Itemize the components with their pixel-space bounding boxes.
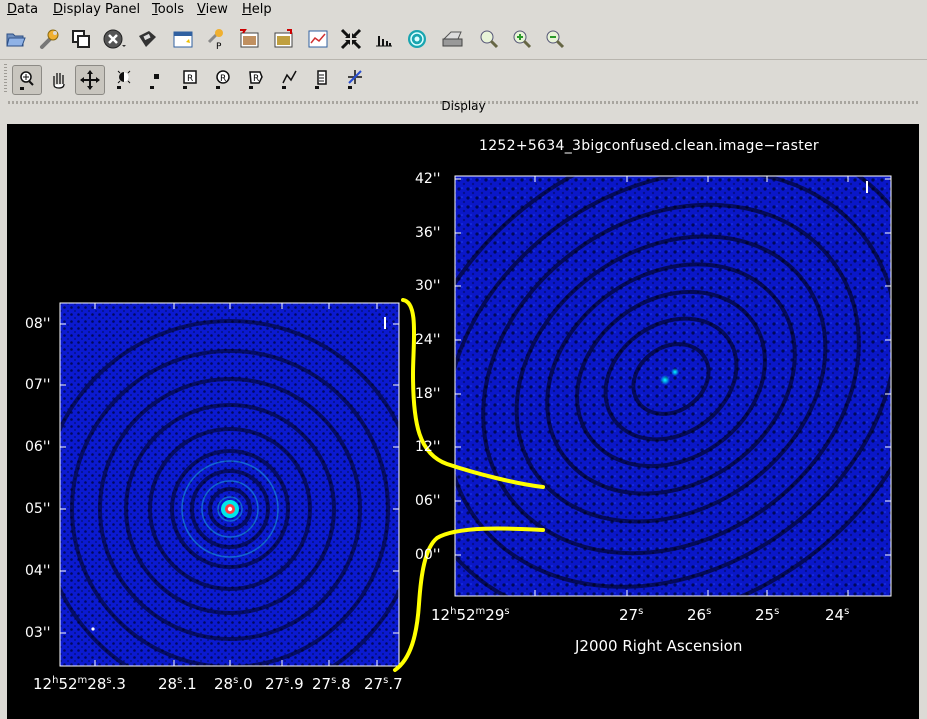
zoom-fit-icon[interactable] — [476, 26, 502, 52]
right-y-tick-label: 06'' — [415, 493, 441, 509]
menu-data[interactable]: Data — [7, 2, 38, 17]
image-export-icon[interactable] — [236, 26, 262, 52]
line-chart-icon[interactable] — [305, 26, 331, 52]
left-x-first-tick: 12h52m28s.3 — [33, 675, 126, 693]
menu-display-panel[interactable]: Display Panel — [53, 2, 140, 17]
left-x-tick-label: 27s.7 — [364, 675, 403, 693]
right-x-tick-label: 26s — [687, 606, 712, 624]
display-canvas[interactable]: 1252+5634_3bigconfused.clean.image−raste… — [7, 124, 919, 719]
print-setup-icon[interactable]: P — [203, 26, 229, 52]
display-dock-title[interactable]: Display — [0, 97, 927, 115]
svg-text:R: R — [253, 74, 259, 84]
printer-icon[interactable] — [440, 26, 466, 52]
right-y-tick-label: 24'' — [415, 332, 441, 348]
close-circle-icon[interactable] — [101, 26, 127, 52]
zoom-tool-icon[interactable] — [12, 65, 42, 95]
rect-region-icon[interactable]: R — [177, 66, 203, 92]
move-arrows-icon[interactable] — [75, 65, 105, 95]
polygon-region-icon[interactable]: R — [243, 66, 269, 92]
right-y-tick-label: 42'' — [415, 171, 441, 187]
wrench-icon[interactable] — [35, 26, 61, 52]
right-y-tick-label: 36'' — [415, 225, 441, 241]
left-y-tick-label: 05'' — [25, 501, 51, 517]
right-x-axis-label: J2000 Right Ascension — [575, 637, 743, 655]
pan-hand-icon[interactable] — [45, 66, 71, 92]
right-image-raster[interactable] — [313, 124, 919, 719]
shrink-arrows-icon[interactable] — [338, 26, 364, 52]
left-image-raster[interactable] — [42, 303, 418, 697]
dock-label: Display — [441, 99, 486, 113]
menu-tools[interactable]: Tools — [152, 2, 184, 17]
right-y-tick-label: 30'' — [415, 278, 441, 294]
right-y-tick-label: 18'' — [415, 386, 441, 402]
right-x-tick-label: 24s — [825, 606, 850, 624]
right-image-title: 1252+5634_3bigconfused.clean.image−raste… — [479, 138, 819, 154]
right-x-tick-label: 27s — [619, 606, 644, 624]
polyline-region-icon[interactable] — [276, 66, 302, 92]
open-folder-icon[interactable] — [3, 26, 29, 52]
zoom-out-icon[interactable] — [542, 26, 568, 52]
left-y-tick-label: 03'' — [25, 625, 51, 641]
image-save-icon[interactable] — [270, 26, 296, 52]
right-y-tick-label: 12'' — [415, 439, 441, 455]
crosshair-slash-icon[interactable] — [342, 66, 368, 92]
left-y-tick-label: 08'' — [25, 316, 51, 332]
right-y-tick-label: 00'' — [415, 547, 441, 563]
right-x-first-tick: 12h52m29s — [431, 606, 510, 624]
contrast-tool-icon[interactable] — [111, 66, 137, 92]
left-y-tick-label: 04'' — [25, 563, 51, 579]
svg-text:P: P — [216, 42, 222, 50]
point-tool-icon[interactable] — [144, 66, 170, 92]
left-x-tick-label: 28s.0 — [214, 675, 253, 693]
scale-bar-icon[interactable] — [309, 66, 335, 92]
right-x-tick-label: 25s — [755, 606, 780, 624]
new-panel-icon[interactable] — [170, 26, 196, 52]
mouse-tools-toolbar: R R R — [0, 59, 927, 96]
target-ring-icon[interactable] — [404, 26, 430, 52]
svg-text:R: R — [187, 74, 193, 84]
save-disk-icon[interactable] — [134, 26, 160, 52]
ellipse-region-icon[interactable]: R — [210, 66, 236, 92]
main-toolbar: P — [0, 22, 927, 56]
menubar: Data Display Panel Tools View Help — [0, 0, 927, 20]
menu-help[interactable]: Help — [242, 2, 272, 17]
left-x-tick-label: 28s.1 — [158, 675, 197, 693]
canvas-svg — [42, 124, 919, 719]
left-y-tick-label: 07'' — [25, 377, 51, 393]
menu-view[interactable]: View — [197, 2, 228, 17]
left-x-tick-label: 27s.9 — [265, 675, 304, 693]
left-x-tick-label: 27s.8 — [312, 675, 351, 693]
svg-text:R: R — [220, 74, 226, 84]
left-y-tick-label: 06'' — [25, 439, 51, 455]
histogram-icon[interactable] — [371, 26, 397, 52]
toolbar-grip[interactable] — [4, 64, 7, 92]
copy-panel-icon[interactable] — [68, 26, 94, 52]
zoom-in-icon[interactable] — [509, 26, 535, 52]
